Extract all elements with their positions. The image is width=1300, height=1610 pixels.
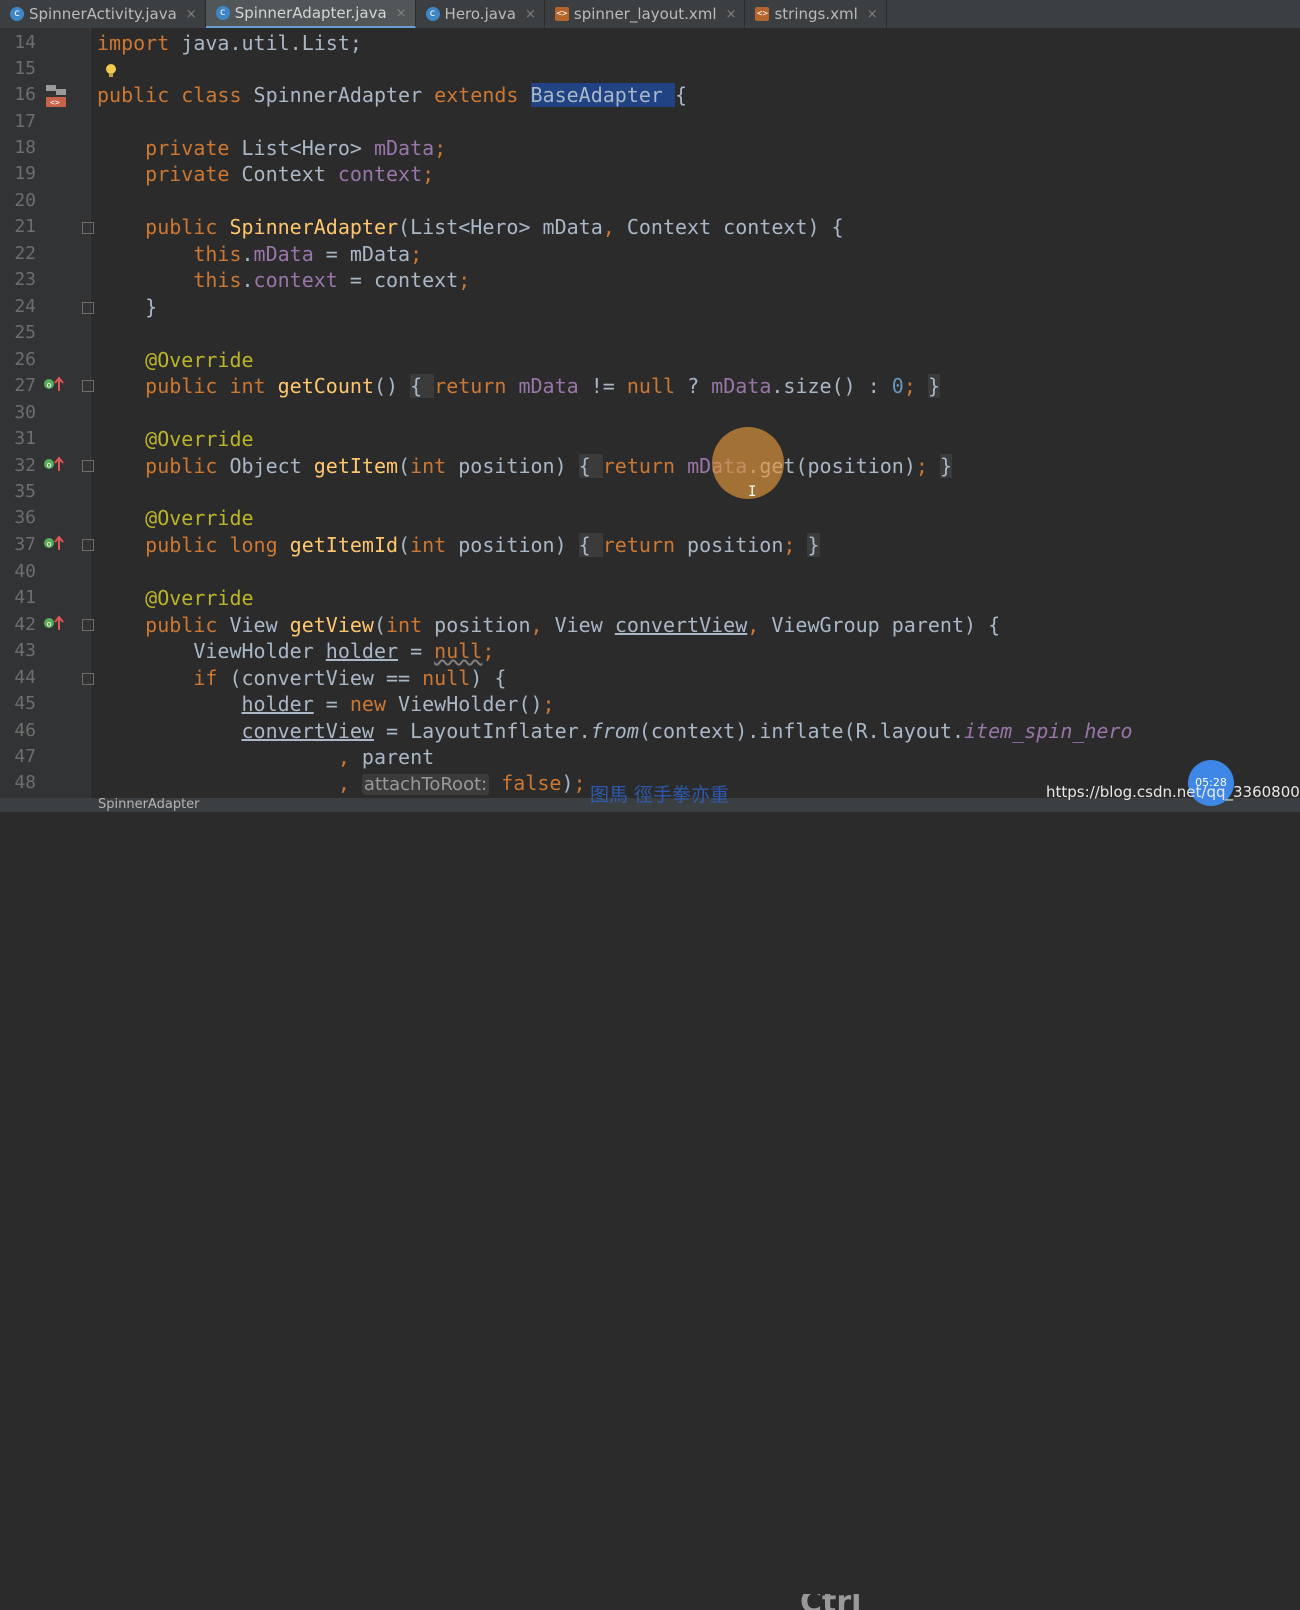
line-number: 26 xyxy=(14,349,36,370)
code-line-23: this.context = context; xyxy=(97,268,471,292)
code-line-43: ViewHolder holder = null; xyxy=(97,639,495,663)
override-method-icon[interactable]: o xyxy=(42,375,66,393)
code-line-36: @Override xyxy=(97,506,254,530)
code-line-26: @Override xyxy=(97,348,254,372)
line-number: 45 xyxy=(14,693,36,714)
code-line-42: public View getView(int position, View c… xyxy=(97,613,1001,637)
java-class-icon: c xyxy=(425,7,440,21)
svg-text:o: o xyxy=(47,540,52,549)
code-line-47: , parent xyxy=(337,745,435,769)
line-number: 42 xyxy=(14,614,36,635)
tab-label: spinner_layout.xml xyxy=(573,5,717,23)
svg-text:o: o xyxy=(47,620,52,629)
code-line-18: private List<Hero> mData; xyxy=(97,136,447,160)
line-number: 17 xyxy=(14,111,36,132)
line-number: 25 xyxy=(14,322,36,343)
code-line-32: public Object getItem(int position) { re… xyxy=(97,454,952,478)
fold-marker[interactable] xyxy=(82,539,94,551)
lightbulb-icon[interactable] xyxy=(104,63,118,79)
code-line-16: public class SpinnerAdapter extends Base… xyxy=(97,83,688,107)
code-line-27: public int getCount() { return mData != … xyxy=(97,374,940,398)
tab-spinner-adapter[interactable]: c SpinnerAdapter.java × xyxy=(205,0,416,28)
implemented-class-icon[interactable]: <> xyxy=(44,83,70,109)
tab-hero[interactable]: c Hero.java × xyxy=(416,0,545,28)
breadcrumb[interactable]: SpinnerAdapter xyxy=(98,798,200,812)
tab-spinner-activity[interactable]: c SpinnerActivity.java × xyxy=(0,0,206,28)
line-number: 19 xyxy=(14,163,36,184)
svg-text:<>: <> xyxy=(50,98,60,107)
tab-spinner-layout[interactable]: <> spinner_layout.xml × xyxy=(545,0,746,28)
line-number: 24 xyxy=(14,296,36,317)
code-line-44: if (convertView == null) { xyxy=(97,666,507,690)
close-icon[interactable]: × xyxy=(525,7,536,22)
line-number: 18 xyxy=(14,137,36,158)
watermark-url: https://blog.csdn.net/qq_33608000 xyxy=(1046,783,1300,801)
line-number: 20 xyxy=(14,190,36,211)
code-editor[interactable]: 14 15 16 17 18 19 20 21 22 23 24 25 26 2… xyxy=(0,28,1300,798)
line-number: 37 xyxy=(14,534,36,555)
tab-label: SpinnerActivity.java xyxy=(29,5,177,23)
code-line-37: public long getItemId(int position) { re… xyxy=(97,533,820,557)
line-number: 16 xyxy=(14,84,36,105)
line-number: 22 xyxy=(14,243,36,264)
code-line-31: @Override xyxy=(97,427,254,451)
close-icon[interactable]: × xyxy=(867,7,878,22)
line-number: 36 xyxy=(14,507,36,528)
code-line-19: private Context context; xyxy=(97,162,435,186)
java-class-icon: c xyxy=(10,7,24,21)
editor-tab-bar: c SpinnerActivity.java × c SpinnerAdapte… xyxy=(0,0,1300,29)
line-number: 30 xyxy=(14,402,36,423)
override-method-icon[interactable]: o xyxy=(42,614,66,632)
line-number: 15 xyxy=(14,58,36,79)
parameter-hint: attachToRoot: xyxy=(361,774,490,795)
svg-text:o: o xyxy=(47,381,52,390)
line-number: 48 xyxy=(14,772,36,793)
shortcut-overlay-text: Ctrl xyxy=(800,1594,861,1610)
code-line-24: } xyxy=(97,295,158,319)
code-line-21: public SpinnerAdapter(List<Hero> mData, … xyxy=(97,215,844,239)
code-line-41: @Override xyxy=(97,586,254,610)
close-icon[interactable]: × xyxy=(726,7,737,22)
tab-label: SpinnerAdapter.java xyxy=(234,4,387,22)
tab-strings[interactable]: <> strings.xml × xyxy=(745,0,887,28)
svg-text:o: o xyxy=(47,461,52,470)
fold-marker[interactable] xyxy=(82,302,94,314)
xml-file-icon: <> xyxy=(554,7,569,21)
fold-marker[interactable] xyxy=(82,673,94,685)
line-number: 27 xyxy=(14,375,36,396)
code-line-14: import java.util.List; xyxy=(97,31,362,55)
code-line-45: holder = new ViewHolder(); xyxy=(241,692,555,716)
line-number: 21 xyxy=(14,216,36,237)
line-number: 32 xyxy=(14,455,36,476)
override-method-icon[interactable]: o xyxy=(42,534,66,552)
line-number: 43 xyxy=(14,640,36,661)
line-number: 31 xyxy=(14,428,36,449)
code-line-48: , attachToRoot: false); xyxy=(337,771,586,795)
text-cursor-icon: I xyxy=(748,484,757,500)
line-number: 40 xyxy=(14,561,36,582)
line-number: 23 xyxy=(14,269,36,290)
code-line-46: convertView = LayoutInflater.from(contex… xyxy=(241,719,1133,743)
tab-label: strings.xml xyxy=(774,5,858,23)
fold-marker[interactable] xyxy=(82,222,94,234)
java-class-icon: c xyxy=(215,6,230,20)
override-method-icon[interactable]: o xyxy=(42,455,66,473)
line-number: 46 xyxy=(14,720,36,741)
line-number: 14 xyxy=(14,32,36,53)
subtitle-overlay: 图馬 徑手拳亦重 xyxy=(590,784,730,806)
line-number: 44 xyxy=(14,667,36,688)
line-number: 47 xyxy=(14,746,36,767)
fold-marker[interactable] xyxy=(82,619,94,631)
tab-label: Hero.java xyxy=(444,5,517,23)
line-number: 35 xyxy=(14,481,36,502)
fold-marker[interactable] xyxy=(82,380,94,392)
code-line-22: this.mData = mData; xyxy=(97,242,423,266)
close-icon[interactable]: × xyxy=(396,6,407,21)
line-number: 41 xyxy=(14,587,36,608)
xml-file-icon: <> xyxy=(755,7,770,21)
close-icon[interactable]: × xyxy=(186,7,197,22)
fold-marker[interactable] xyxy=(82,460,94,472)
